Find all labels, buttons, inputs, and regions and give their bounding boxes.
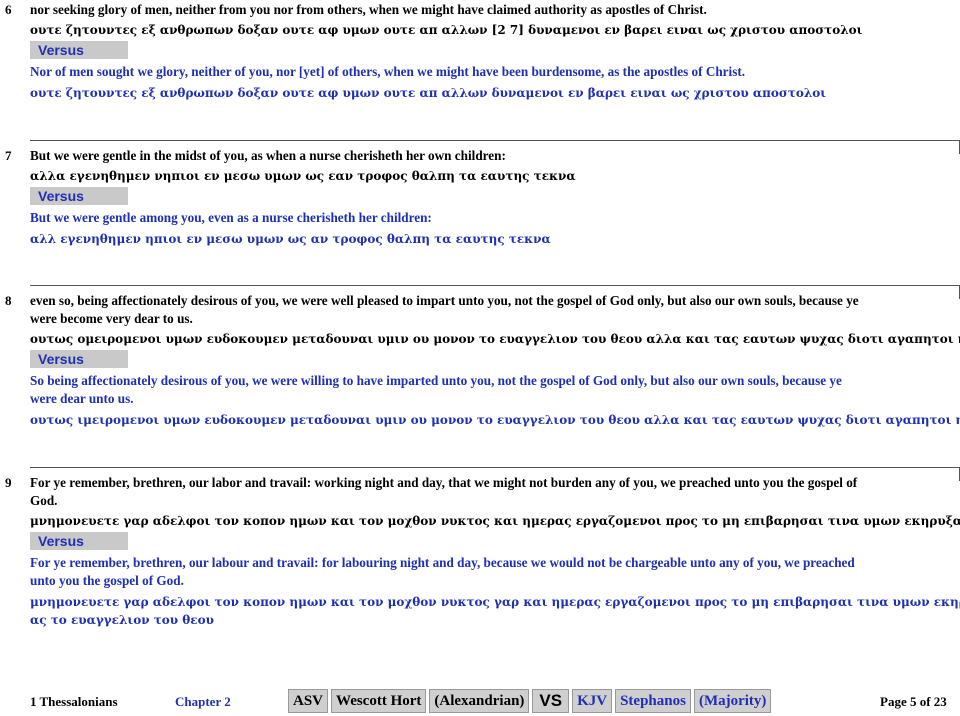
greek-text: ουτε ζητουντες εξ ανθρωπων δοξαν ουτε αφ… xyxy=(30,23,863,37)
vs-label: VS xyxy=(532,689,570,713)
wescott-hort-button[interactable]: Wescott Hort xyxy=(331,689,427,713)
chapter-label: Chapter 2 xyxy=(175,694,231,709)
kjv-text-line-2: God. xyxy=(30,493,58,508)
greek-text: ουτως ομειρομενοι υμων ευδοκουμεν μεταδο… xyxy=(30,332,960,346)
kjv-text-line-1: even so, being affectionately desirous o… xyxy=(30,293,859,308)
asv-button[interactable]: ASV xyxy=(288,689,329,713)
greek-text-compare-line-2: ας το ευαγγελιον του θεου xyxy=(30,613,214,627)
verse-number: 7 xyxy=(5,148,12,163)
versus-label: Versus xyxy=(30,350,128,368)
kjv-text-line-1: For ye remember, brethren, our labor and… xyxy=(30,475,858,490)
book-title: 1 Thessalonians xyxy=(30,694,118,709)
greek-text-compare: ουτως ιμειρομενοι υμων ευδοκουμεν μεταδο… xyxy=(30,413,960,427)
stephanos-button[interactable]: Stephanos xyxy=(615,689,691,713)
verse-divider xyxy=(30,467,960,468)
page-indicator: Page 5 of 23 xyxy=(880,694,947,709)
greek-text-compare: αλλ εγενηθημεν ηπιοι εν μεσω υμων ως αν … xyxy=(30,232,551,246)
page-footer: 1 Thessalonians Chapter 2 ASV Wescott Ho… xyxy=(0,686,960,716)
kjv-text-compare-line-2: were dear unto us. xyxy=(30,391,134,406)
alexandrian-button[interactable]: (Alexandrian) xyxy=(429,689,530,713)
greek-text: αλλα εγενηθημεν νηπιοι εν μεσω υμων ως ε… xyxy=(30,169,576,183)
kjv-text-compare-line-1: For ye remember, brethren, our labour an… xyxy=(30,555,855,570)
versus-label: Versus xyxy=(30,41,128,59)
greek-text-compare-line-1: μνημονευετε γαρ αδελφοι τον κοπον ημων κ… xyxy=(30,595,960,609)
greek-text-compare: ουτε ζητουντες εξ ανθρωπων δοξαν ουτε αφ… xyxy=(30,86,827,100)
versus-label: Versus xyxy=(30,532,128,550)
kjv-text: But we were gentle in the midst of you, … xyxy=(30,148,506,163)
greek-text: μνημονευετε γαρ αδελφοι τον κοπον ημων κ… xyxy=(30,514,960,528)
kjv-text-compare: But we were gentle among you, even as a … xyxy=(30,210,432,225)
kjv-text-line-2: were become very dear to us. xyxy=(30,311,193,326)
verse-number: 8 xyxy=(5,293,12,308)
kjv-text: nor seeking glory of men, neither from y… xyxy=(30,2,707,17)
verse-divider xyxy=(30,140,960,141)
kjv-text-compare-line-1: So being affectionately desirous of you,… xyxy=(30,373,842,388)
verse-number: 6 xyxy=(5,2,12,17)
kjv-button[interactable]: KJV xyxy=(572,689,613,713)
versus-label: Versus xyxy=(30,187,128,205)
verse-divider xyxy=(30,285,960,286)
verse-number: 9 xyxy=(5,475,12,490)
kjv-text-compare: Nor of men sought we glory, neither of y… xyxy=(30,64,746,79)
kjv-text-compare-line-2: unto you the gospel of God. xyxy=(30,573,184,588)
version-compare-bar: ASV Wescott Hort (Alexandrian) VS KJV St… xyxy=(288,689,774,713)
majority-button[interactable]: (Majority) xyxy=(693,689,772,713)
